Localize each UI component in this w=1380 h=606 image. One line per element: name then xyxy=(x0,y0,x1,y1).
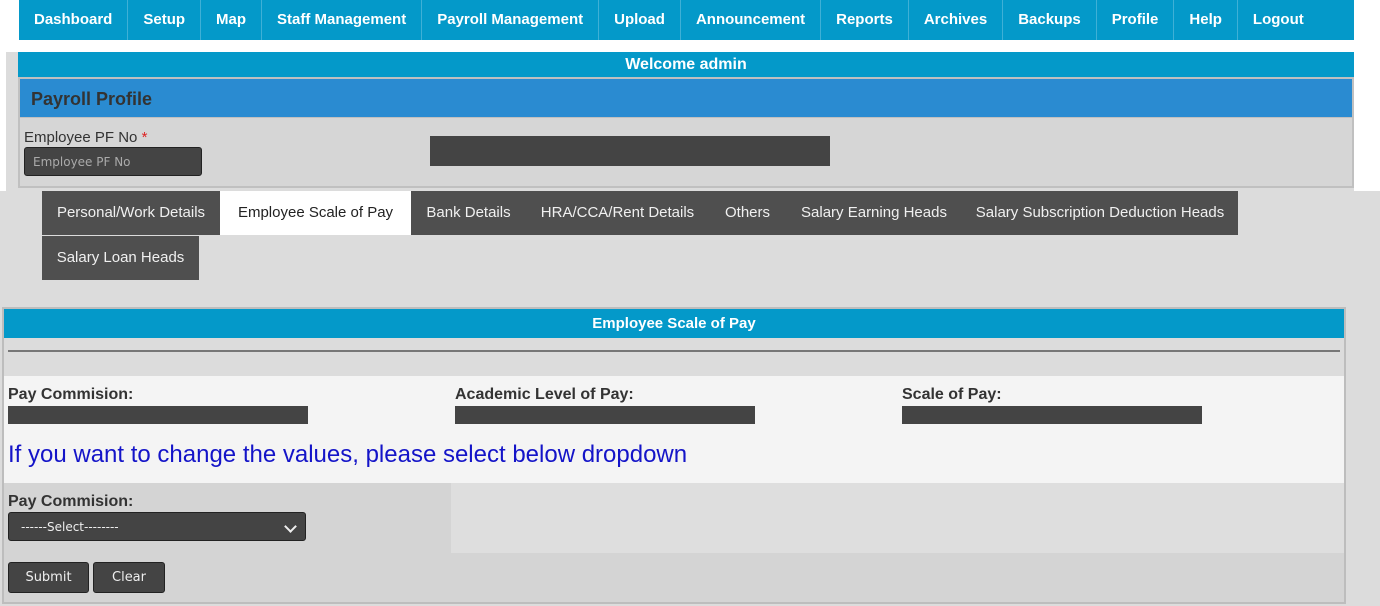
tab-bank-details[interactable]: Bank Details xyxy=(411,191,526,235)
pay-commission-value xyxy=(8,406,308,424)
required-marker: * xyxy=(141,129,148,146)
tab-salary-earning-heads[interactable]: Salary Earning Heads xyxy=(786,191,962,235)
chevron-down-icon xyxy=(284,520,297,533)
main-navigation: Dashboard Setup Map Staff Management Pay… xyxy=(19,0,1354,40)
nav-logout[interactable]: Logout xyxy=(1238,0,1319,40)
scale-of-pay-panel: Employee Scale of Pay Pay Commision: Aca… xyxy=(2,307,1346,604)
tab-hra-cca-rent-details[interactable]: HRA/CCA/Rent Details xyxy=(526,191,709,235)
welcome-banner: Welcome admin xyxy=(18,52,1354,77)
nav-upload[interactable]: Upload xyxy=(599,0,681,40)
submit-button[interactable]: Submit xyxy=(8,562,89,593)
nav-map[interactable]: Map xyxy=(201,0,263,40)
pay-commission-select-value: ------Select-------- xyxy=(21,520,119,534)
payroll-profile-title: Payroll Profile xyxy=(31,89,153,109)
employee-pf-label-text: Employee PF No xyxy=(24,129,138,146)
scale-of-pay-header: Employee Scale of Pay xyxy=(4,309,1344,338)
academic-level-value xyxy=(455,406,755,424)
tab-personal-work-details[interactable]: Personal/Work Details xyxy=(42,191,220,235)
nav-announcement[interactable]: Announcement xyxy=(681,0,822,40)
select-pay-commission-label: Pay Commision: xyxy=(8,493,134,510)
nav-archives[interactable]: Archives xyxy=(909,0,1004,40)
tab-employee-scale-of-pay[interactable]: Employee Scale of Pay xyxy=(220,191,411,235)
payroll-profile-panel: Payroll Profile Employee PF No * xyxy=(18,77,1354,188)
pay-commission-label: Pay Commision: xyxy=(8,386,134,403)
tab-salary-loan-heads[interactable]: Salary Loan Heads xyxy=(42,236,199,280)
payroll-profile-header: Payroll Profile xyxy=(20,79,1352,118)
employee-pf-label: Employee PF No * xyxy=(24,129,147,146)
scale-of-pay-label: Scale of Pay: xyxy=(902,386,1002,403)
scale-of-pay-value xyxy=(902,406,1202,424)
nav-profile[interactable]: Profile xyxy=(1097,0,1175,40)
change-values-notice: If you want to change the values, please… xyxy=(8,441,688,468)
nav-reports[interactable]: Reports xyxy=(821,0,909,40)
nav-payroll-management[interactable]: Payroll Management xyxy=(422,0,600,40)
employee-name-display xyxy=(430,136,830,166)
pay-commission-select[interactable]: ------Select-------- xyxy=(8,512,306,541)
dropdown-side-area xyxy=(451,483,1344,553)
tab-salary-subscription-deduction-heads[interactable]: Salary Subscription Deduction Heads xyxy=(962,191,1238,235)
nav-help[interactable]: Help xyxy=(1174,0,1238,40)
academic-level-label: Academic Level of Pay: xyxy=(455,386,634,403)
right-margin xyxy=(1354,0,1380,191)
divider xyxy=(8,350,1340,352)
nav-dashboard[interactable]: Dashboard xyxy=(19,0,129,40)
nav-staff-management[interactable]: Staff Management xyxy=(262,0,423,40)
left-margin xyxy=(0,0,6,191)
tab-others[interactable]: Others xyxy=(709,191,786,235)
divider-row xyxy=(4,338,1344,376)
nav-setup[interactable]: Setup xyxy=(128,0,202,40)
nav-backups[interactable]: Backups xyxy=(1003,0,1097,40)
current-values-area: Pay Commision: Academic Level of Pay: Sc… xyxy=(4,376,1344,483)
clear-button[interactable]: Clear xyxy=(93,562,165,593)
employee-pf-input[interactable] xyxy=(24,147,202,176)
